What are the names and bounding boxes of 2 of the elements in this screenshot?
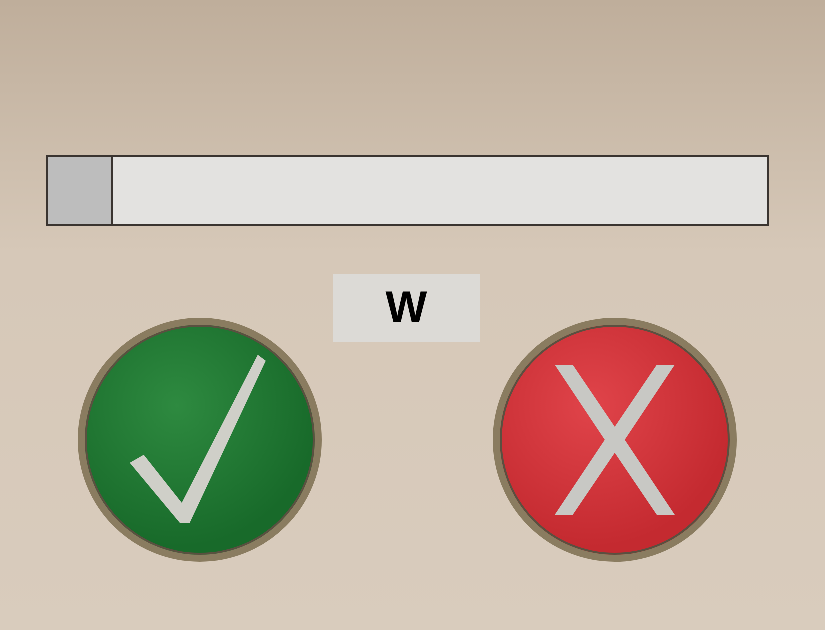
x-icon [555, 365, 675, 515]
letter-label: W [333, 274, 480, 342]
